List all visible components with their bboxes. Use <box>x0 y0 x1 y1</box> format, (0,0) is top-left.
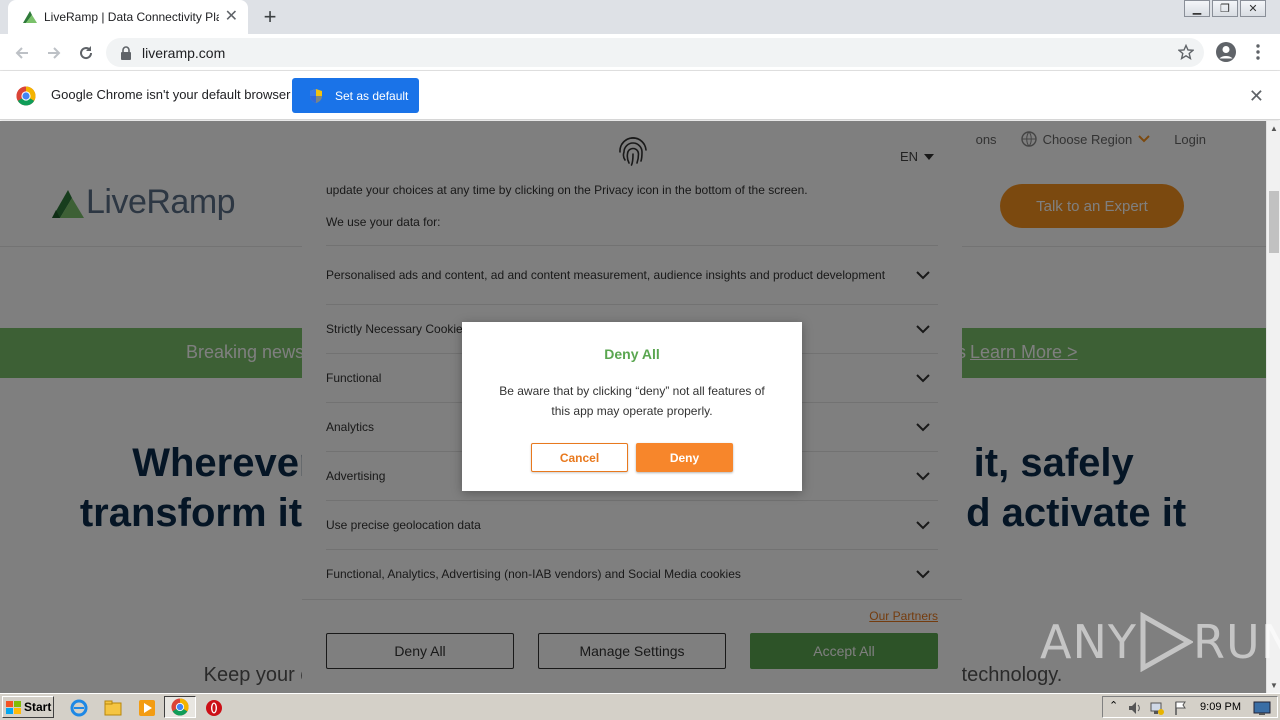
url-text: liveramp.com <box>142 44 226 61</box>
liveramp-favicon-icon <box>23 11 37 23</box>
profile-button[interactable] <box>1215 41 1237 68</box>
forward-button[interactable] <box>42 41 66 65</box>
taskbar-chrome-button[interactable] <box>164 696 196 718</box>
bookmark-star-icon[interactable] <box>1178 44 1194 60</box>
close-window-button[interactable]: ✕ <box>1240 0 1266 17</box>
tray-expand-icon[interactable]: ⌃ <box>1109 699 1118 712</box>
lock-icon <box>121 45 131 60</box>
play-triangle-icon <box>1140 612 1193 672</box>
scroll-down-arrow-icon[interactable]: ▼ <box>1270 681 1278 690</box>
start-label: Start <box>24 700 52 714</box>
infobar-close-icon[interactable]: ✕ <box>1249 86 1264 107</box>
scroll-up-arrow-icon[interactable]: ▲ <box>1270 124 1278 133</box>
opera-icon[interactable] <box>205 699 223 717</box>
system-tray: ⌃ 9:09 PM <box>1102 696 1278 718</box>
back-arrow-icon <box>15 47 28 59</box>
dialog-message: Be aware that by clicking “deny” not all… <box>499 384 765 418</box>
tab-title: LiveRamp | Data Connectivity Platfo <box>44 10 219 24</box>
chrome-logo-icon <box>16 86 36 106</box>
browser-tab[interactable]: LiveRamp | Data Connectivity Platfo ✕ <box>8 0 248 34</box>
volume-icon[interactable] <box>1127 700 1143 716</box>
window-controls: ▁ ❐ ✕ <box>1182 0 1266 18</box>
windows-logo-icon <box>6 700 21 714</box>
scrollbar-thumb[interactable] <box>1269 191 1279 253</box>
set-as-default-button[interactable]: Set as default <box>292 78 419 113</box>
menu-button[interactable] <box>1250 43 1266 66</box>
tab-strip: LiveRamp | Data Connectivity Platfo ✕ + … <box>0 0 1280 34</box>
address-bar[interactable]: liveramp.com <box>106 38 1204 67</box>
show-desktop-icon[interactable] <box>1253 700 1271 716</box>
taskbar-clock[interactable]: 9:09 PM <box>1200 701 1241 713</box>
action-center-flag-icon[interactable] <box>1173 700 1189 716</box>
back-button[interactable] <box>10 41 34 65</box>
tab-close-icon[interactable]: ✕ <box>225 9 238 25</box>
profile-avatar-icon <box>1216 42 1236 62</box>
anyrun-watermark: ANY RUN <box>1040 612 1280 672</box>
reload-icon <box>80 46 93 60</box>
dialog-title: Deny All <box>604 346 660 362</box>
uac-shield-icon <box>310 88 322 103</box>
deny-all-dialog: Deny All Be aware that by clicking “deny… <box>462 322 802 491</box>
watermark-right: RUN <box>1192 615 1280 669</box>
minimize-button[interactable]: ▁ <box>1184 0 1210 17</box>
internet-explorer-icon[interactable] <box>70 699 88 717</box>
default-browser-infobar: Google Chrome isn't your default browser… <box>0 71 1280 120</box>
deny-button[interactable]: Deny <box>636 443 733 472</box>
cancel-button[interactable]: Cancel <box>531 443 628 472</box>
browser-toolbar: liveramp.com <box>0 34 1280 71</box>
page-scrollbar[interactable]: ▲ ▼ <box>1266 121 1280 693</box>
windows-taskbar: Start ⌃ 9:09 PM <box>0 693 1280 720</box>
chrome-taskbar-icon <box>171 698 189 716</box>
file-explorer-icon[interactable] <box>104 699 122 717</box>
reload-button[interactable] <box>74 41 98 65</box>
network-icon[interactable] <box>1149 700 1165 716</box>
restore-button[interactable]: ❐ <box>1212 0 1238 17</box>
new-tab-button[interactable]: + <box>258 5 282 29</box>
infobar-message: Google Chrome isn't your default browser <box>51 87 291 102</box>
kebab-menu-icon <box>1256 44 1260 60</box>
watermark-left: ANY <box>1040 615 1137 669</box>
media-player-icon[interactable] <box>138 699 156 717</box>
forward-arrow-icon <box>48 47 61 59</box>
start-button[interactable]: Start <box>2 696 54 718</box>
set-as-default-label: Set as default <box>335 88 409 103</box>
